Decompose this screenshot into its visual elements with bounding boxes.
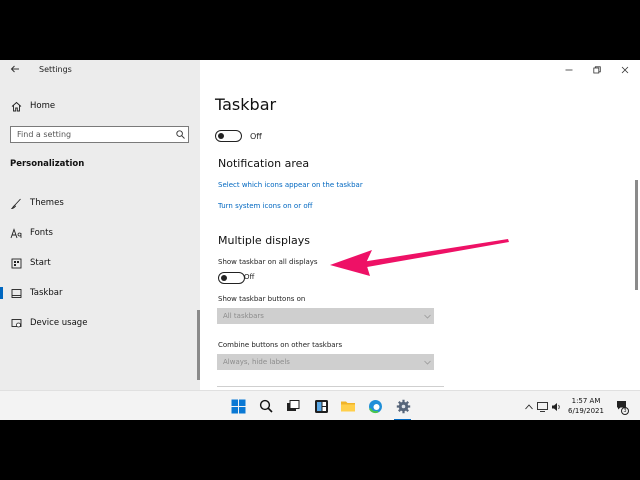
nav-accent bbox=[0, 227, 3, 239]
buttons-on-label: Show taskbar buttons on bbox=[218, 295, 306, 303]
sidebar-item-label: Device usage bbox=[30, 318, 88, 328]
windows-taskbar: 1:57 AM 6/19/2021 3 bbox=[0, 390, 640, 420]
nav-accent bbox=[0, 257, 3, 269]
close-button[interactable] bbox=[618, 64, 632, 76]
minimize-icon bbox=[565, 69, 573, 71]
search-icon[interactable] bbox=[172, 127, 188, 142]
settings-icon[interactable] bbox=[395, 398, 411, 414]
nav-accent-active bbox=[0, 287, 3, 299]
notification-count-badge: 3 bbox=[621, 407, 629, 415]
sidebar-item-label: Taskbar bbox=[30, 288, 63, 298]
combine-buttons-dropdown[interactable]: Always, hide labels bbox=[217, 354, 434, 370]
notification-area-heading: Notification area bbox=[218, 157, 310, 170]
sidebar-section-title: Personalization bbox=[10, 159, 85, 169]
multiple-displays-heading: Multiple displays bbox=[218, 234, 310, 247]
file-explorer-icon[interactable] bbox=[340, 398, 356, 414]
volume-icon[interactable] bbox=[551, 401, 562, 412]
close-icon bbox=[621, 66, 629, 74]
search-icon[interactable] bbox=[258, 398, 274, 414]
sidebar-item-taskbar[interactable]: Taskbar bbox=[0, 282, 200, 304]
minimize-button[interactable] bbox=[562, 64, 576, 76]
sidebar-item-label: Start bbox=[30, 258, 51, 268]
toggle-state-label: Off bbox=[250, 132, 262, 141]
device-usage-icon bbox=[10, 317, 22, 329]
sidebar-item-start[interactable]: Start bbox=[0, 252, 200, 274]
system-icons-link[interactable]: Turn system icons on or off bbox=[218, 202, 312, 210]
show-all-displays-label: Show taskbar on all displays bbox=[218, 258, 318, 266]
desktop-screen: Settings Home Find a setting Personaliza… bbox=[0, 60, 640, 420]
combine-buttons-label: Combine buttons on other taskbars bbox=[218, 341, 343, 349]
sidebar-item-device-usage[interactable]: Device usage bbox=[0, 312, 200, 334]
chevron-down-icon bbox=[420, 360, 434, 365]
home-icon bbox=[10, 100, 22, 112]
restore-icon bbox=[593, 66, 601, 74]
back-arrow-icon bbox=[10, 65, 19, 73]
taskbar-top-toggle[interactable] bbox=[215, 130, 242, 142]
nav-accent bbox=[0, 197, 3, 209]
show-all-displays-toggle[interactable] bbox=[218, 272, 245, 284]
content-scrollbar[interactable] bbox=[635, 180, 638, 290]
chevron-up-icon[interactable] bbox=[523, 401, 534, 412]
chevron-down-icon bbox=[420, 314, 434, 319]
page-title: Taskbar bbox=[215, 95, 277, 114]
home-label: Home bbox=[30, 101, 56, 111]
system-clock[interactable]: 1:57 AM 6/19/2021 bbox=[566, 396, 606, 416]
start-icon bbox=[10, 257, 22, 269]
settings-content: Taskbar Off Notification area Select whi… bbox=[200, 60, 640, 390]
buttons-on-dropdown[interactable]: All taskbars bbox=[217, 308, 434, 324]
sidebar-item-themes[interactable]: Themes bbox=[0, 192, 200, 214]
active-app-indicator bbox=[394, 419, 411, 420]
taskbar-icon bbox=[10, 287, 22, 299]
toggle-state-label: Off bbox=[244, 273, 255, 281]
app-title: Settings bbox=[39, 65, 72, 74]
sidebar-item-fonts[interactable]: Fonts bbox=[0, 222, 200, 244]
restore-button[interactable] bbox=[590, 64, 604, 76]
search-placeholder: Find a setting bbox=[17, 130, 72, 139]
nav-accent bbox=[0, 317, 3, 329]
brush-icon bbox=[10, 197, 22, 209]
edge-icon[interactable] bbox=[367, 398, 383, 414]
fonts-icon bbox=[10, 227, 22, 239]
dropdown-value: All taskbars bbox=[223, 312, 264, 320]
section-divider bbox=[217, 386, 444, 387]
display-icon[interactable] bbox=[537, 401, 548, 412]
notification-center-icon[interactable]: 3 bbox=[615, 399, 629, 415]
sidebar-item-label: Themes bbox=[30, 198, 64, 208]
sidebar-item-label: Fonts bbox=[30, 228, 53, 238]
select-icons-link[interactable]: Select which icons appear on the taskbar bbox=[218, 181, 363, 189]
dropdown-value: Always, hide labels bbox=[223, 358, 290, 366]
sidebar-item-home[interactable]: Home bbox=[10, 98, 55, 114]
task-view-icon[interactable] bbox=[285, 398, 301, 414]
clock-date: 6/19/2021 bbox=[568, 407, 604, 415]
clock-time: 1:57 AM bbox=[571, 397, 601, 405]
search-input[interactable]: Find a setting bbox=[10, 126, 189, 143]
settings-sidebar: Settings Home Find a setting Personaliza… bbox=[0, 60, 200, 390]
back-button[interactable] bbox=[8, 64, 22, 78]
windows-start-icon[interactable] bbox=[230, 398, 246, 414]
widgets-icon[interactable] bbox=[313, 398, 329, 414]
